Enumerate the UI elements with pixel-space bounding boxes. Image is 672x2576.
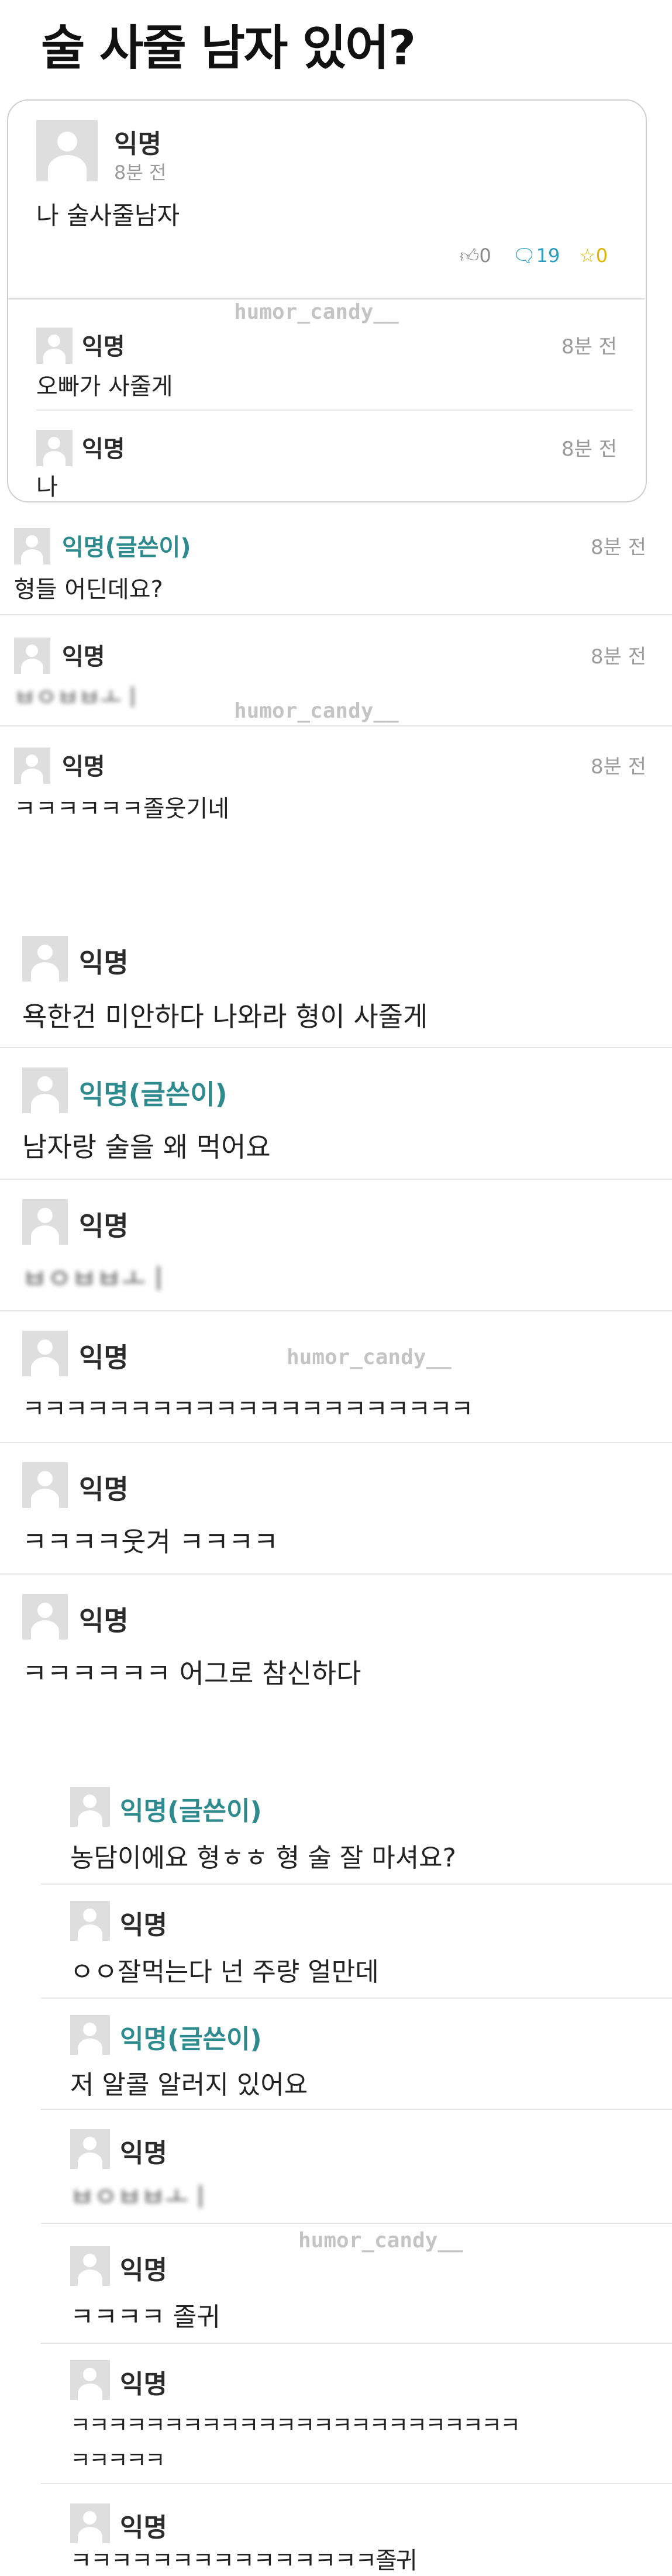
comment-author[interactable]: 익명(글쓴이) bbox=[79, 1073, 228, 1112]
comment-author[interactable]: 익명 bbox=[62, 638, 105, 671]
comment-author[interactable]: 익명 bbox=[79, 1337, 129, 1375]
avatar bbox=[70, 2246, 110, 2286]
comment-body: ㅋㅋㅋㅋㅋㅋ 어그로 참신하다 bbox=[22, 1658, 361, 1689]
comment-body: ㅋㅋㅋㅋ웃겨 ㅋㅋㅋㅋ bbox=[22, 1526, 278, 1558]
comment-author[interactable]: 익명 bbox=[82, 328, 125, 361]
comment-author[interactable]: 익명(글쓴이) bbox=[120, 2018, 262, 2055]
avatar bbox=[22, 1199, 68, 1245]
avatar bbox=[36, 120, 98, 181]
comment-body: ㅂㅇㅂㅂㅗㅣ bbox=[70, 2182, 212, 2212]
watermark: humor_candy__ bbox=[234, 699, 399, 723]
comment-body: 농담이에요 형ㅎㅎ 형 술 잘 마셔요? bbox=[70, 1843, 457, 1873]
comment-body: 욕한건 미안하다 나와라 형이 사줄게 bbox=[22, 1001, 428, 1032]
comment-author[interactable]: 익명(글쓴이) bbox=[62, 528, 191, 562]
comment-body: 나 bbox=[36, 474, 58, 501]
divider bbox=[8, 298, 645, 299]
avatar bbox=[14, 748, 50, 784]
comment-time: 8분 전 bbox=[591, 536, 646, 559]
avatar bbox=[70, 1901, 110, 1941]
like-count[interactable]: 👍︎0 bbox=[460, 244, 491, 267]
comment-body-continued: ㅋㅋㅋㅋㅋ bbox=[70, 2447, 166, 2473]
divider bbox=[0, 1573, 672, 1575]
avatar bbox=[22, 936, 68, 982]
comment-author[interactable]: 익명 bbox=[79, 1205, 129, 1244]
avatar bbox=[22, 1462, 68, 1508]
divider bbox=[41, 2343, 672, 2344]
divider bbox=[41, 1998, 672, 1999]
divider bbox=[41, 1883, 672, 1885]
avatar bbox=[22, 1594, 68, 1640]
post-author[interactable]: 익명 bbox=[114, 123, 161, 160]
divider bbox=[0, 1442, 672, 1443]
comment-body: 오빠가 사줄게 bbox=[36, 373, 173, 400]
watermark: humor_candy__ bbox=[287, 1345, 452, 1369]
comment-body: ㅂㅇㅂㅂㅗㅣ bbox=[22, 1263, 171, 1294]
comment-author[interactable]: 익명 bbox=[62, 748, 105, 781]
avatar bbox=[70, 2503, 110, 2543]
avatar bbox=[14, 638, 50, 674]
watermark: humor_candy__ bbox=[234, 300, 399, 324]
comment-body: ㅋㅋㅋㅋㅋㅋㅋㅋㅋㅋㅋㅋㅋㅋㅋㅋㅋㅋㅋㅋㅋㅋㅋㅋ bbox=[70, 2412, 521, 2438]
divider bbox=[0, 1179, 672, 1180]
comment-author[interactable]: 익명 bbox=[79, 1600, 129, 1638]
comment-author[interactable]: 익명 bbox=[120, 2363, 167, 2401]
divider bbox=[0, 1310, 672, 1311]
comment-author[interactable]: 익명 bbox=[79, 942, 129, 980]
comment-body: ㅋㅋㅋㅋㅋㅋ졸웃기네 bbox=[14, 795, 229, 822]
comment-author[interactable]: 익명 bbox=[82, 430, 125, 464]
scrap-count[interactable]: ☆0 bbox=[579, 244, 608, 267]
comment-body: ㅋㅋㅋㅋㅋㅋㅋㅋㅋㅋㅋㅋㅋㅋㅋㅋㅋㅋㅋㅋㅋ bbox=[22, 1394, 473, 1423]
comment-body: ㅋㅋㅋㅋㅋㅋㅋㅋㅋㅋㅋㅋㅋㅋㅋ졸귀 bbox=[70, 2547, 418, 2574]
comment-time: 8분 전 bbox=[561, 335, 617, 359]
comment-body: ㅋㅋㅋㅋ 졸귀 bbox=[70, 2302, 220, 2332]
avatar bbox=[70, 2360, 110, 2400]
comment-count[interactable]: 🗨︎19 bbox=[512, 244, 560, 267]
comment-body: 저 알콜 알러지 있어요 bbox=[70, 2070, 308, 2100]
comment-author[interactable]: 익명 bbox=[120, 2506, 167, 2544]
star-icon: ☆ bbox=[579, 244, 596, 267]
divider bbox=[41, 2483, 672, 2484]
comment-body: ㅇㅇ잘먹는다 넌 주량 얼만데 bbox=[70, 1957, 379, 1987]
avatar bbox=[36, 430, 73, 466]
thumbs-up-icon: 👍︎ bbox=[460, 244, 480, 267]
post-time: 8분 전 bbox=[114, 161, 167, 184]
comment-author[interactable]: 익명 bbox=[120, 2132, 167, 2169]
avatar bbox=[70, 1787, 110, 1827]
comment-author[interactable]: 익명 bbox=[79, 1468, 129, 1507]
divider bbox=[36, 409, 633, 411]
avatar bbox=[22, 1067, 68, 1113]
avatar bbox=[36, 328, 73, 364]
divider bbox=[0, 725, 672, 726]
divider bbox=[0, 1047, 672, 1048]
comment-author[interactable]: 익명(글쓴이) bbox=[120, 1790, 262, 1827]
divider bbox=[41, 2223, 672, 2224]
avatar bbox=[14, 528, 50, 564]
watermark: humor_candy__ bbox=[298, 2229, 463, 2253]
comment-author[interactable]: 익명 bbox=[120, 2249, 167, 2286]
comment-body: 형들 어딘데요? bbox=[14, 576, 163, 603]
post-body: 나 술사줄남자 bbox=[36, 201, 180, 230]
page-title: 술 사줄 남자 있어? bbox=[41, 20, 416, 76]
divider bbox=[0, 614, 672, 615]
comment-body: ㅂㅇㅂㅂㅗㅣ bbox=[14, 684, 143, 711]
avatar bbox=[70, 2129, 110, 2169]
comment-time: 8분 전 bbox=[591, 645, 646, 669]
avatar bbox=[22, 1331, 68, 1376]
comment-author[interactable]: 익명 bbox=[120, 1904, 167, 1941]
divider bbox=[41, 2109, 672, 2110]
comment-body: 남자랑 술을 왜 먹어요 bbox=[22, 1131, 271, 1163]
comment-icon: 🗨︎ bbox=[512, 244, 536, 267]
avatar bbox=[70, 2015, 110, 2055]
comment-time: 8분 전 bbox=[591, 755, 646, 779]
comment-time: 8분 전 bbox=[561, 438, 617, 461]
